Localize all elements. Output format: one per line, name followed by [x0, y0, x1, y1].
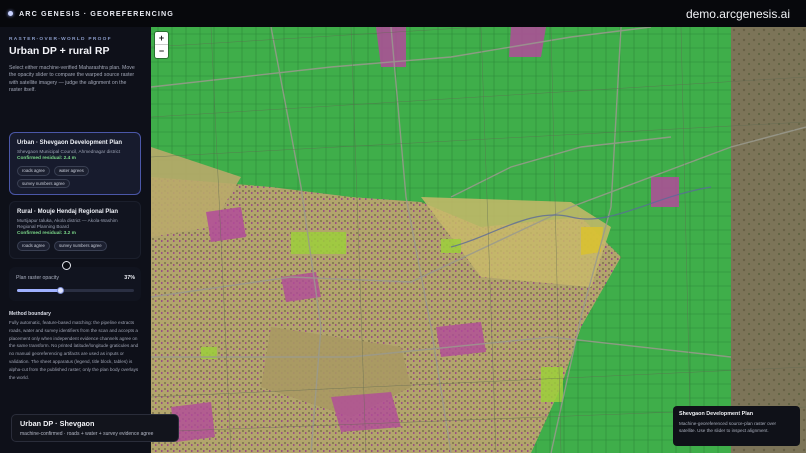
plan-card-rural[interactable]: Rural · Mouje Hendaj Regional Plan Murti… [9, 201, 141, 259]
opacity-label: Plan raster opacity [16, 275, 59, 281]
map-raster [151, 27, 806, 453]
opacity-slider[interactable] [17, 287, 134, 294]
plan-card-urban[interactable]: Urban · Shevgaon Development Plan Shevga… [9, 132, 141, 195]
method-title: Method boundary [9, 311, 51, 317]
zoom-in-button[interactable]: + [155, 32, 168, 45]
opacity-value: 37% [124, 275, 135, 281]
selected-plan-title: Urban DP · Shevgaon [20, 419, 95, 428]
page-title: Urban DP + rural RP [9, 45, 110, 57]
brand: ARC GENESIS · GEOREFERENCING [8, 9, 174, 18]
evidence-chip: survey numbers agree [53, 241, 107, 251]
zoom-out-button[interactable]: − [155, 45, 168, 58]
sidebar: RASTER-OVER-WORLD PROOF Urban DP + rural… [0, 27, 151, 453]
plan-card-residual: Confirmed residual: 3.2 m [17, 231, 76, 236]
zoom-control: + − [155, 32, 168, 58]
brand-name: ARC GENESIS · GEOREFERENCING [19, 9, 174, 18]
opacity-slider-thumb[interactable] [56, 287, 64, 294]
opacity-control: Plan raster opacity 37% [9, 267, 141, 301]
method-text: Fully automatic, feature-based matching:… [9, 320, 139, 380]
top-bar: ARC GENESIS · GEOREFERENCING demo.arcgen… [0, 0, 806, 27]
map-view[interactable] [151, 27, 806, 453]
selected-plan-subtitle: machine-confirmed · roads + water + surv… [20, 431, 154, 437]
intro-text: Select either machine-verified Maharasht… [9, 65, 135, 94]
evidence-chip: water agrees [53, 166, 89, 176]
mouse-cursor-icon [62, 261, 71, 270]
info-title: Shevgaon Development Plan [679, 411, 753, 417]
plan-card-title: Rural · Mouje Hendaj Regional Plan [17, 209, 119, 215]
brand-logo-icon [8, 11, 13, 16]
selected-plan-card: Urban DP · Shevgaon machine-confirmed · … [11, 414, 179, 442]
plan-card-subtitle: Murtijapur taluka, Akola district — Akol… [17, 218, 118, 229]
plan-card-subtitle: Shevgaon Municipal Council, Ahmednagar d… [17, 149, 121, 154]
evidence-chip: roads agree [17, 241, 50, 251]
plan-info-popup: Shevgaon Development Plan Machine-georef… [673, 406, 800, 446]
section-eyebrow: RASTER-OVER-WORLD PROOF [9, 37, 112, 42]
evidence-chips: roads agree water agrees survey numbers … [17, 166, 133, 189]
evidence-chips: roads agree survey numbers agree [17, 241, 133, 251]
evidence-chip: roads agree [17, 166, 50, 176]
info-text: Machine-georeferenced source-plan raster… [679, 421, 777, 433]
plan-card-title: Urban · Shevgaon Development Plan [17, 140, 123, 146]
opacity-slider-fill [17, 289, 61, 292]
domain-watermark: demo.arcgenesis.ai [685, 7, 790, 21]
evidence-chip: survey numbers agree [17, 178, 70, 189]
plan-card-residual: Confirmed residual: 2.4 m [17, 156, 76, 161]
